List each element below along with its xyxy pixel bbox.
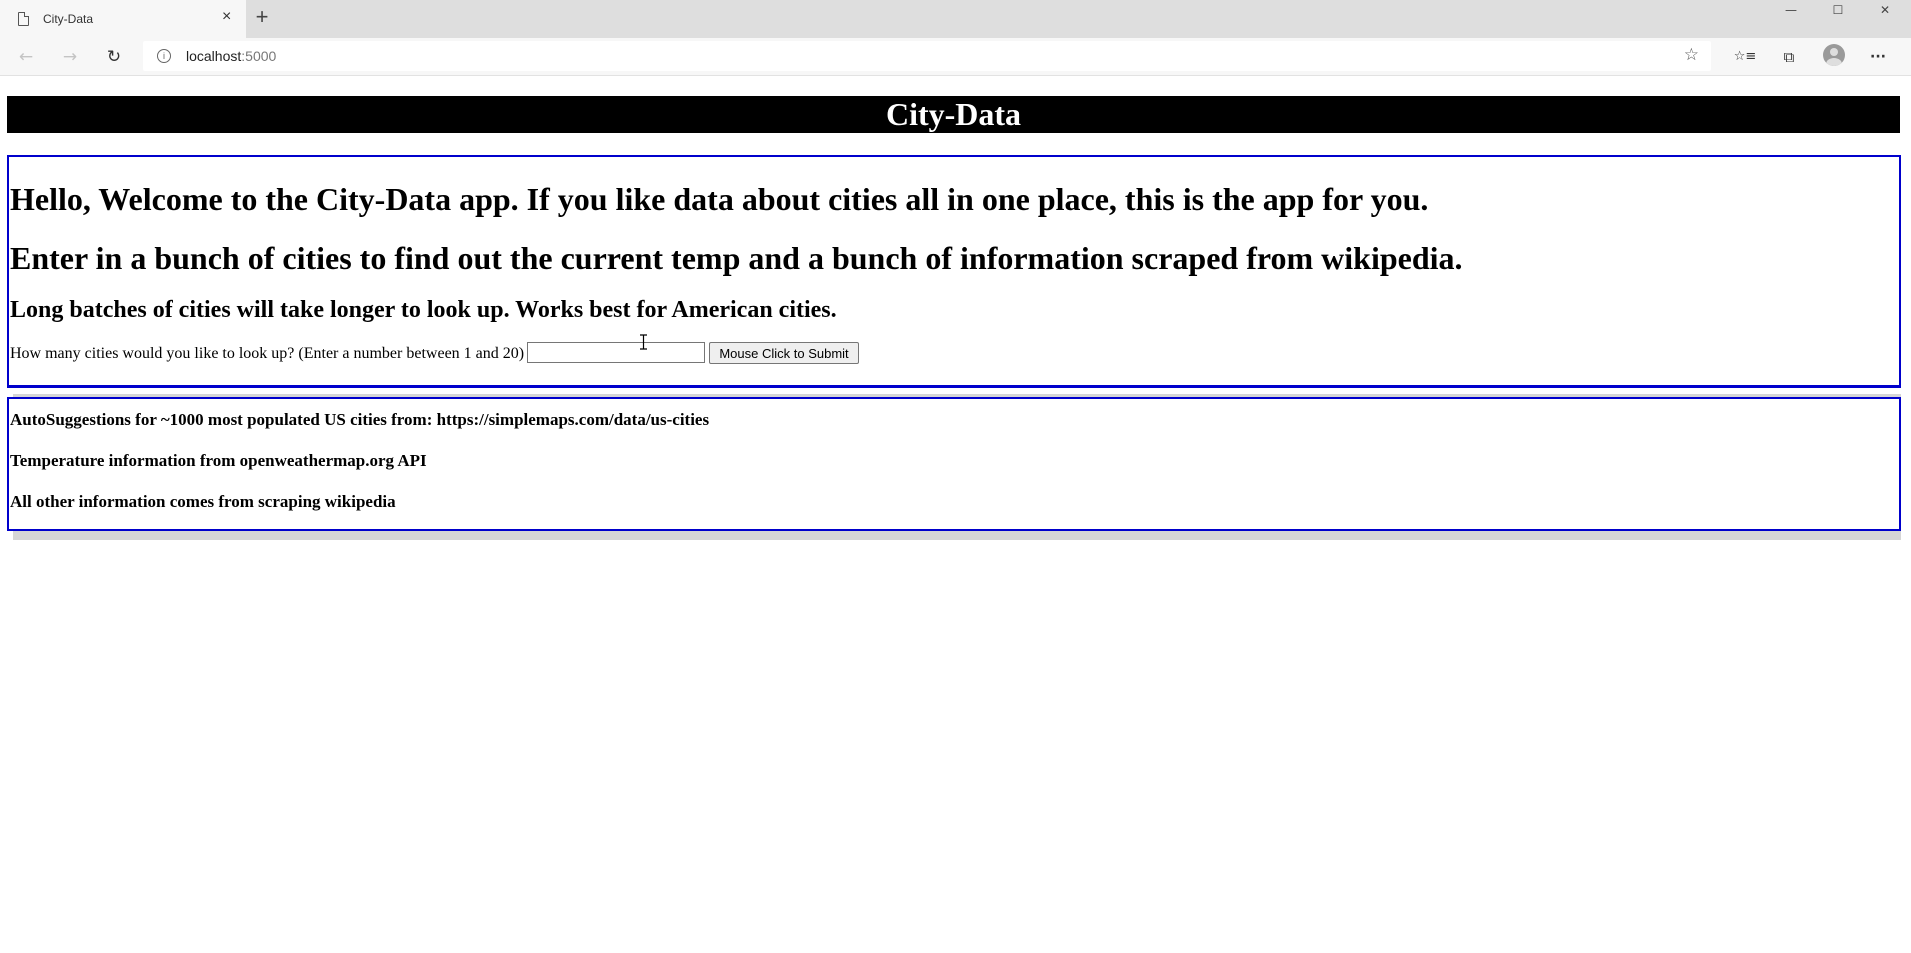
new-tab-button[interactable]: +	[251, 6, 273, 29]
credits-section: AutoSuggestions for ~1000 most populated…	[7, 397, 1901, 531]
tab-close-icon[interactable]: ×	[222, 9, 231, 25]
note-heading: Long batches of cities will take longer …	[10, 297, 837, 323]
tab-title: City-Data	[43, 12, 94, 26]
more-icon[interactable]: ···	[1866, 46, 1890, 70]
tab-strip: City-Data × + — ☐ ✕	[0, 0, 1911, 38]
text-cursor-icon	[640, 334, 647, 350]
page-icon	[18, 12, 29, 26]
maximize-icon[interactable]: ☐	[1815, 0, 1861, 22]
city-count-input[interactable]	[527, 342, 705, 363]
reload-icon[interactable]: ↻	[102, 46, 126, 68]
forward-icon[interactable]: →	[58, 46, 82, 68]
browser-toolbar: ← → ↻ i localhost:5000 ☆ ☆≡ ⧉ ···	[0, 38, 1911, 76]
profile-avatar[interactable]	[1823, 44, 1845, 66]
back-icon[interactable]: ←	[14, 46, 38, 68]
site-info-icon[interactable]: i	[157, 49, 171, 63]
credit-wikipedia: All other information comes from scrapin…	[10, 492, 396, 511]
close-window-icon[interactable]: ✕	[1862, 0, 1908, 22]
instructions-heading: Enter in a bunch of cities to find out t…	[10, 240, 1463, 276]
welcome-heading: Hello, Welcome to the City-Data app. If …	[10, 181, 1429, 217]
url-port: :5000	[241, 48, 277, 64]
url-text[interactable]: localhost:5000	[186, 48, 276, 64]
url-host: localhost	[186, 48, 242, 64]
intro-section: Hello, Welcome to the City-Data app. If …	[7, 155, 1901, 388]
page-title: City-Data	[7, 96, 1900, 133]
credit-temperature: Temperature information from openweather…	[10, 451, 427, 470]
submit-button[interactable]: Mouse Click to Submit	[709, 342, 859, 364]
favorite-star-icon[interactable]: ☆	[1684, 45, 1699, 65]
credit-autosuggest: AutoSuggestions for ~1000 most populated…	[10, 410, 710, 429]
minimize-icon[interactable]: —	[1768, 0, 1814, 22]
favorites-icon[interactable]: ☆≡	[1733, 46, 1757, 70]
city-count-label: How many cities would you like to look u…	[10, 345, 525, 362]
address-bar[interactable]: i localhost:5000 ☆	[143, 41, 1711, 71]
browser-tab[interactable]: City-Data ×	[0, 0, 246, 38]
collections-icon[interactable]: ⧉	[1777, 46, 1801, 70]
